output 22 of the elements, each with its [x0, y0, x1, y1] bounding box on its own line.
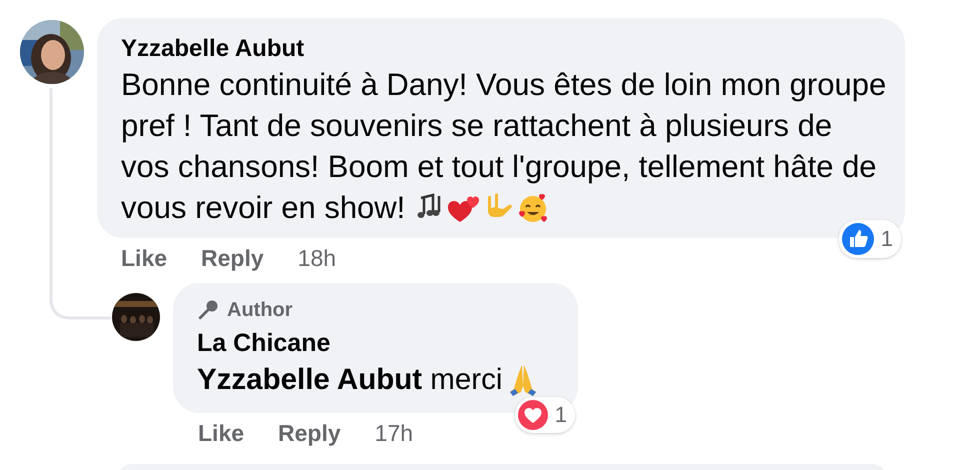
reaction-count[interactable]: 1: [514, 397, 575, 433]
comment-text-line: Bonne continuité à Dany! Vous êtes de loin mon groupe: [121, 66, 886, 104]
praying-hands-icon: [508, 363, 538, 397]
comment-action-link[interactable]: Reply: [278, 420, 341, 446]
reaction-number: 1: [554, 402, 567, 428]
reply-text: Yzzabelle Aubut merci: [197, 362, 502, 398]
timestamp[interactable]: 18h: [298, 244, 336, 272]
comment-action-link[interactable]: Reply: [201, 244, 264, 272]
author-name[interactable]: La Chicane: [197, 325, 330, 361]
smiling-face-hearts-icon: [517, 192, 550, 224]
microphone-icon: [197, 299, 219, 321]
reaction-number: 1: [880, 226, 893, 252]
comment-action-link[interactable]: Like: [121, 244, 168, 272]
reaction-count[interactable]: 1: [838, 220, 901, 258]
comment-text-line: vous revoir en show!: [121, 189, 406, 227]
author-name[interactable]: Yzzabelle Aubut: [121, 34, 304, 64]
thumbs-up-icon: [840, 222, 875, 256]
timestamp[interactable]: 17h: [374, 420, 414, 446]
author-label: Author: [227, 298, 293, 323]
comment-action-link[interactable]: Like: [198, 420, 244, 446]
comment-text-line: vos chansons! Boom et tout l'groupe, tellement hâte de: [121, 148, 877, 186]
comment-text-line: pref ! Tant de souvenirs se rattachent à plusieurs de: [121, 107, 832, 145]
